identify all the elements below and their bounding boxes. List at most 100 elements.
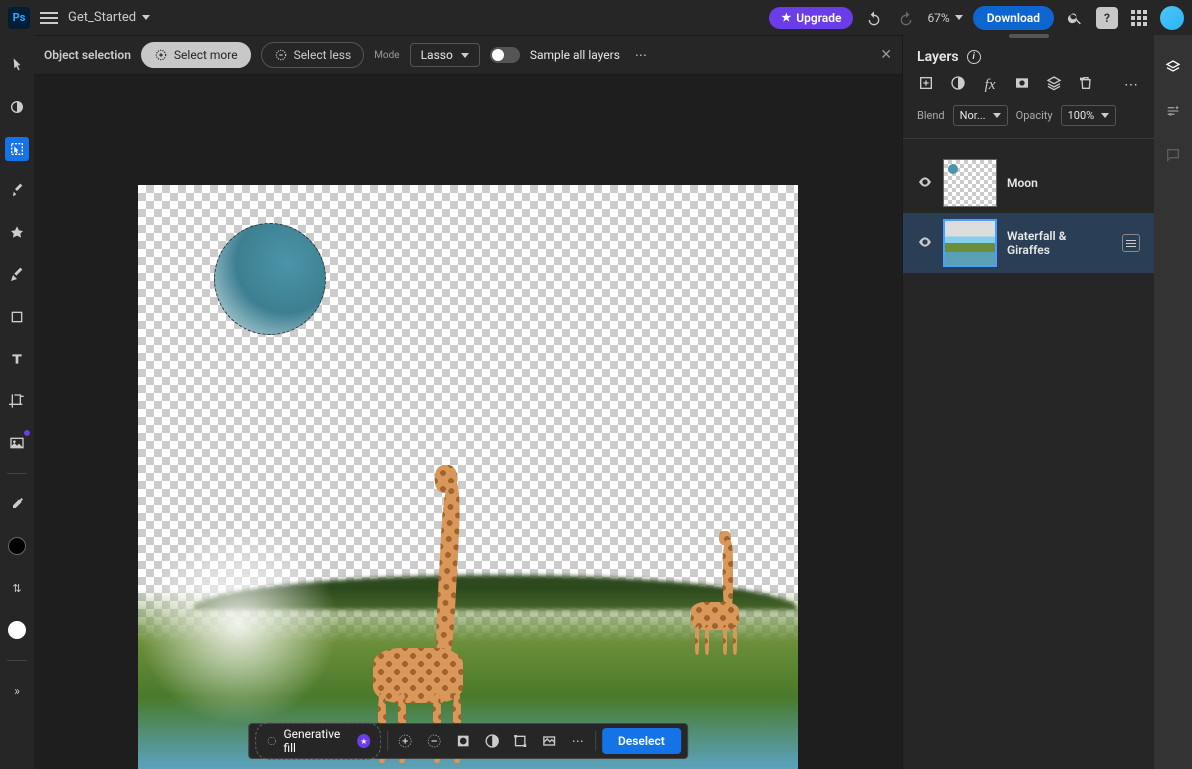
layer-name-label: Moon <box>1007 176 1140 190</box>
download-button[interactable]: Download <box>973 6 1054 30</box>
contextual-action-bar: Generative fill ★ ⋯ Deselect <box>248 723 688 759</box>
background-color[interactable] <box>5 618 29 642</box>
layer-item-moon[interactable]: Moon <box>903 153 1154 213</box>
star-badge-icon: ★ <box>357 734 370 748</box>
canvas-area[interactable]: Generative fill ★ ⋯ Deselect <box>34 75 902 769</box>
object-selection-tool[interactable] <box>5 137 29 161</box>
move-tool[interactable] <box>5 53 29 77</box>
add-selection-button[interactable] <box>394 729 417 753</box>
crop-action-button[interactable] <box>538 729 561 753</box>
opacity-label: Opacity <box>1016 109 1053 122</box>
star-icon: ★ <box>781 11 791 24</box>
brush-tool[interactable] <box>5 179 29 203</box>
tool-sidebar: ⇅ » <box>0 35 34 769</box>
visibility-toggle[interactable] <box>917 174 933 193</box>
select-more-label: Select more <box>174 48 238 62</box>
crop-tool[interactable] <box>5 389 29 413</box>
giraffe-large <box>363 433 493 763</box>
swap-colors[interactable]: ⇅ <box>5 576 29 600</box>
new-layer-button[interactable] <box>917 75 935 95</box>
shape-tool[interactable] <box>5 305 29 329</box>
search-button[interactable] <box>1064 7 1086 29</box>
chevron-down-icon <box>142 15 150 20</box>
deselect-button[interactable]: Deselect <box>602 728 681 754</box>
mask-button[interactable] <box>452 729 475 753</box>
comments-tab[interactable] <box>1161 143 1185 167</box>
opacity-select[interactable]: 100% <box>1061 105 1116 126</box>
chevron-down-icon <box>955 15 963 20</box>
sample-layers-toggle[interactable] <box>490 47 520 63</box>
blend-label: Blend <box>917 109 945 122</box>
invert-button[interactable] <box>480 729 503 753</box>
spot-heal-tool[interactable] <box>5 221 29 245</box>
mode-label: Mode <box>374 50 399 61</box>
layers-panel: Layers i fx ⋯ Blend Nor... Opacity 100% <box>902 35 1154 769</box>
redo-button[interactable] <box>895 7 917 29</box>
panel-title: Layers <box>917 49 959 65</box>
chevron-down-icon <box>993 113 1001 118</box>
canvas[interactable] <box>138 185 798 769</box>
delete-layer-button[interactable] <box>1077 75 1095 95</box>
layers-list: Moon Waterfall & Giraffes <box>903 139 1154 769</box>
chevron-down-icon <box>461 53 469 58</box>
foreground-color[interactable] <box>5 534 29 558</box>
right-dock <box>1154 35 1192 769</box>
top-bar: Ps Get_Started ★ Upgrade 67% Download ? <box>0 0 1192 35</box>
layer-fx-button[interactable]: fx <box>981 77 999 94</box>
text-tool[interactable] <box>5 347 29 371</box>
moon-selection[interactable] <box>214 223 326 335</box>
close-options-button[interactable]: ✕ <box>880 47 892 63</box>
more-actions-button[interactable]: ⋯ <box>566 729 589 753</box>
place-image-tool[interactable] <box>5 431 29 455</box>
info-icon[interactable]: i <box>967 50 981 64</box>
file-name-label: Get_Started <box>68 10 136 25</box>
layer-more-button[interactable]: ⋯ <box>1122 77 1140 93</box>
select-less-button[interactable]: Select less <box>261 42 365 68</box>
help-button[interactable]: ? <box>1096 7 1118 29</box>
adjustment-layer-button[interactable] <box>949 75 967 95</box>
properties-tab[interactable] <box>1161 99 1185 123</box>
tool-name-label: Object selection <box>44 48 131 62</box>
select-more-button[interactable]: Select more <box>141 42 251 68</box>
options-bar: Object selection Select more Select less… <box>34 35 902 75</box>
apps-icon <box>1131 10 1147 26</box>
layer-thumbnail[interactable] <box>943 219 997 267</box>
pen-tool[interactable] <box>5 263 29 287</box>
upgrade-button[interactable]: ★ Upgrade <box>769 7 853 29</box>
subtract-selection-button[interactable] <box>423 729 446 753</box>
menu-icon[interactable] <box>40 12 58 24</box>
document-name[interactable]: Get_Started <box>68 10 150 25</box>
eyedropper-tool[interactable] <box>5 492 29 516</box>
layer-thumbnail[interactable] <box>943 159 997 207</box>
scene-mist <box>138 525 338 725</box>
layers-tab[interactable] <box>1161 55 1185 79</box>
apps-button[interactable] <box>1128 7 1150 29</box>
more-options-button[interactable]: ⋯ <box>630 44 652 66</box>
panel-handle[interactable] <box>1009 34 1049 38</box>
adjustment-tool[interactable] <box>5 95 29 119</box>
blend-mode-select[interactable]: Nor... <box>953 105 1008 126</box>
sample-layers-label: Sample all layers <box>530 48 620 62</box>
undo-button[interactable] <box>863 7 885 29</box>
avatar[interactable] <box>1160 6 1184 30</box>
mode-select[interactable]: Lasso <box>410 43 480 67</box>
mode-value: Lasso <box>421 48 453 62</box>
zoom-control[interactable]: 67% <box>927 11 962 25</box>
chevron-down-icon <box>1101 113 1109 118</box>
visibility-toggle[interactable] <box>917 234 933 253</box>
layer-group-button[interactable] <box>1045 75 1063 95</box>
zoom-value: 67% <box>927 11 949 25</box>
select-less-label: Select less <box>294 48 352 62</box>
layer-item-waterfall[interactable]: Waterfall & Giraffes <box>903 213 1154 273</box>
blend-value: Nor... <box>960 109 986 122</box>
expand-tools[interactable]: » <box>5 679 29 703</box>
generative-fill-button[interactable]: Generative fill ★ <box>255 722 381 760</box>
generative-fill-label: Generative fill <box>283 727 351 755</box>
upgrade-label: Upgrade <box>796 11 841 25</box>
app-logo[interactable]: Ps <box>8 7 30 29</box>
layer-mask-button[interactable] <box>1013 75 1031 95</box>
layer-name-label: Waterfall & Giraffes <box>1007 229 1112 257</box>
layer-properties-button[interactable] <box>1122 234 1140 252</box>
transform-button[interactable] <box>509 729 532 753</box>
giraffe-small <box>683 525 753 655</box>
